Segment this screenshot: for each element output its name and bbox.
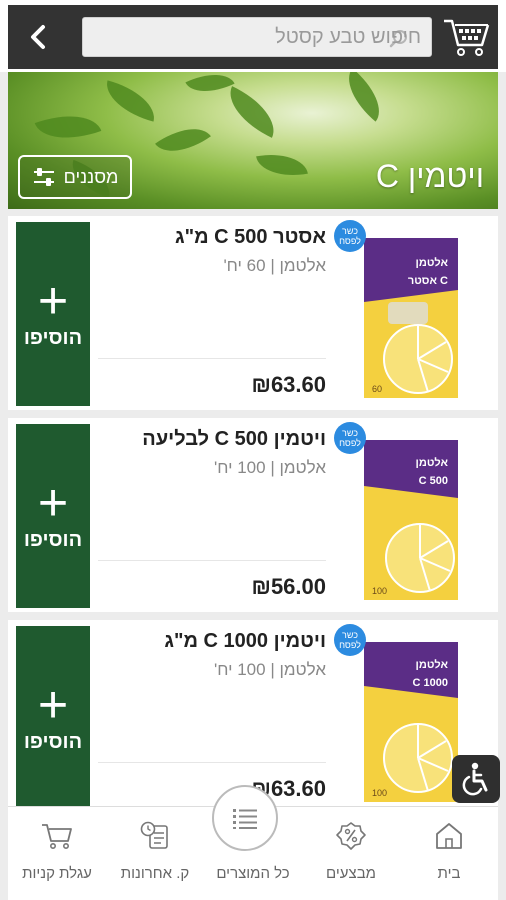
add-button-label: הוסיפו bbox=[23, 326, 83, 349]
plus-icon: + bbox=[37, 271, 69, 330]
product-info: ויטמין C 1000 מ"ג אלטמן | 100 יח' ₪63.60 bbox=[98, 628, 326, 804]
banner-leaf-decoration bbox=[185, 72, 235, 103]
cart-icon bbox=[42, 824, 72, 849]
nav-recent-label: ק. אחרונות bbox=[120, 865, 190, 882]
category-title: ויטמין C bbox=[375, 158, 484, 194]
product-brand: אלטמן | 60 יח' bbox=[223, 256, 326, 275]
search-box[interactable] bbox=[82, 17, 432, 57]
product-price: ₪56.00 bbox=[251, 574, 327, 599]
product-name[interactable]: ויטמין C 500 לבליעה bbox=[98, 426, 326, 452]
plus-icon: + bbox=[37, 675, 69, 734]
product-name[interactable]: ויטמין C 1000 מ"ג bbox=[98, 628, 326, 654]
product-info: ויטמין C 500 לבליעה אלטמן | 100 יח' ₪56.… bbox=[98, 426, 326, 602]
kosher-badge: כשר לפסח bbox=[334, 624, 366, 656]
product-image[interactable]: אלטמן C 500 100 bbox=[358, 426, 464, 604]
category-banner: מסננים ויטמין C bbox=[8, 72, 498, 209]
pack-brand: אלטמן bbox=[416, 658, 449, 671]
nav-cart[interactable]: עגלת קניות bbox=[8, 817, 106, 897]
filter-button[interactable]: מסננים bbox=[18, 155, 132, 199]
product-name[interactable]: אסטר C 500 מ"ג bbox=[98, 224, 326, 250]
nav-home[interactable]: בית bbox=[400, 817, 498, 897]
nav-deals[interactable]: מבצעים bbox=[302, 817, 400, 897]
back-button[interactable] bbox=[8, 5, 70, 69]
sliders-icon bbox=[33, 168, 54, 186]
nav-cart-label: עגלת קניות bbox=[22, 865, 92, 882]
add-to-cart-button[interactable]: + הוסיפו bbox=[16, 222, 90, 406]
nav-home-label: בית bbox=[437, 865, 461, 882]
filter-label: מסננים bbox=[63, 166, 119, 187]
product-brand: אלטמן | 100 יח' bbox=[213, 660, 326, 679]
cart-icon[interactable] bbox=[442, 13, 492, 59]
banner-leaf-decoration bbox=[155, 115, 211, 165]
home-icon bbox=[436, 823, 462, 849]
add-button-label: הוסיפו bbox=[23, 730, 83, 753]
pack-label: C 1000 bbox=[413, 677, 448, 689]
top-bar-inner bbox=[8, 5, 498, 69]
kosher-badge: כשר לפסח bbox=[334, 422, 366, 454]
list-icon bbox=[233, 809, 257, 829]
divider bbox=[98, 762, 326, 763]
wheelchair-icon bbox=[462, 762, 488, 796]
product-brand: אלטמן | 100 יח' bbox=[213, 458, 326, 477]
product-info: אסטר C 500 מ"ג אלטמן | 60 יח' ₪63.60 bbox=[98, 224, 326, 400]
plus-icon: + bbox=[37, 473, 69, 532]
add-to-cart-button[interactable]: + הוסיפו bbox=[16, 626, 90, 810]
accessibility-button[interactable] bbox=[452, 755, 500, 803]
pack-label: אסטר C bbox=[408, 275, 448, 287]
nav-deals-label: מבצעים bbox=[326, 865, 376, 882]
product-image[interactable]: אלטמן C 1000 100 bbox=[358, 628, 464, 806]
chevron-left-icon bbox=[31, 25, 45, 49]
pack-label: C 500 bbox=[419, 475, 448, 487]
banner-leaf-decoration bbox=[219, 86, 285, 138]
nav-recent-purchases[interactable]: ק. אחרונות bbox=[106, 817, 204, 897]
product-image[interactable]: אלטמן אסטר C 60 bbox=[358, 224, 464, 402]
divider bbox=[98, 560, 326, 561]
pack-count: 100 bbox=[372, 586, 387, 596]
add-button-label: הוסיפו bbox=[23, 528, 83, 551]
banner-leaf-decoration bbox=[34, 102, 102, 152]
kosher-badge: כשר לפסח bbox=[334, 220, 366, 252]
banner-leaf-decoration bbox=[256, 148, 308, 182]
search-input[interactable] bbox=[131, 18, 431, 56]
divider bbox=[98, 358, 326, 359]
product-price: ₪63.60 bbox=[251, 372, 327, 397]
nav-all-products-label: כל המוצרים bbox=[216, 865, 290, 882]
receipt-clock-icon bbox=[140, 821, 168, 849]
product-card[interactable]: + הוסיפו ויטמין C 1000 מ"ג אלטמן | 100 י… bbox=[8, 620, 498, 814]
pack-brand: אלטמן bbox=[416, 256, 449, 269]
banner-leaf-decoration bbox=[335, 72, 393, 122]
product-list: + הוסיפו אסטר C 500 מ"ג אלטמן | 60 יח' ₪… bbox=[8, 216, 498, 822]
all-products-button[interactable] bbox=[212, 785, 278, 851]
product-card[interactable]: + הוסיפו ויטמין C 500 לבליעה אלטמן | 100… bbox=[8, 418, 498, 612]
banner-leaf-decoration bbox=[100, 80, 161, 122]
pack-brand: אלטמן bbox=[416, 456, 449, 469]
percent-badge-icon bbox=[336, 822, 366, 850]
product-card[interactable]: + הוסיפו אסטר C 500 מ"ג אלטמן | 60 יח' ₪… bbox=[8, 216, 498, 410]
top-bar bbox=[0, 0, 506, 72]
add-to-cart-button[interactable]: + הוסיפו bbox=[16, 424, 90, 608]
pack-count: 100 bbox=[372, 788, 387, 798]
pack-count: 60 bbox=[372, 384, 382, 394]
